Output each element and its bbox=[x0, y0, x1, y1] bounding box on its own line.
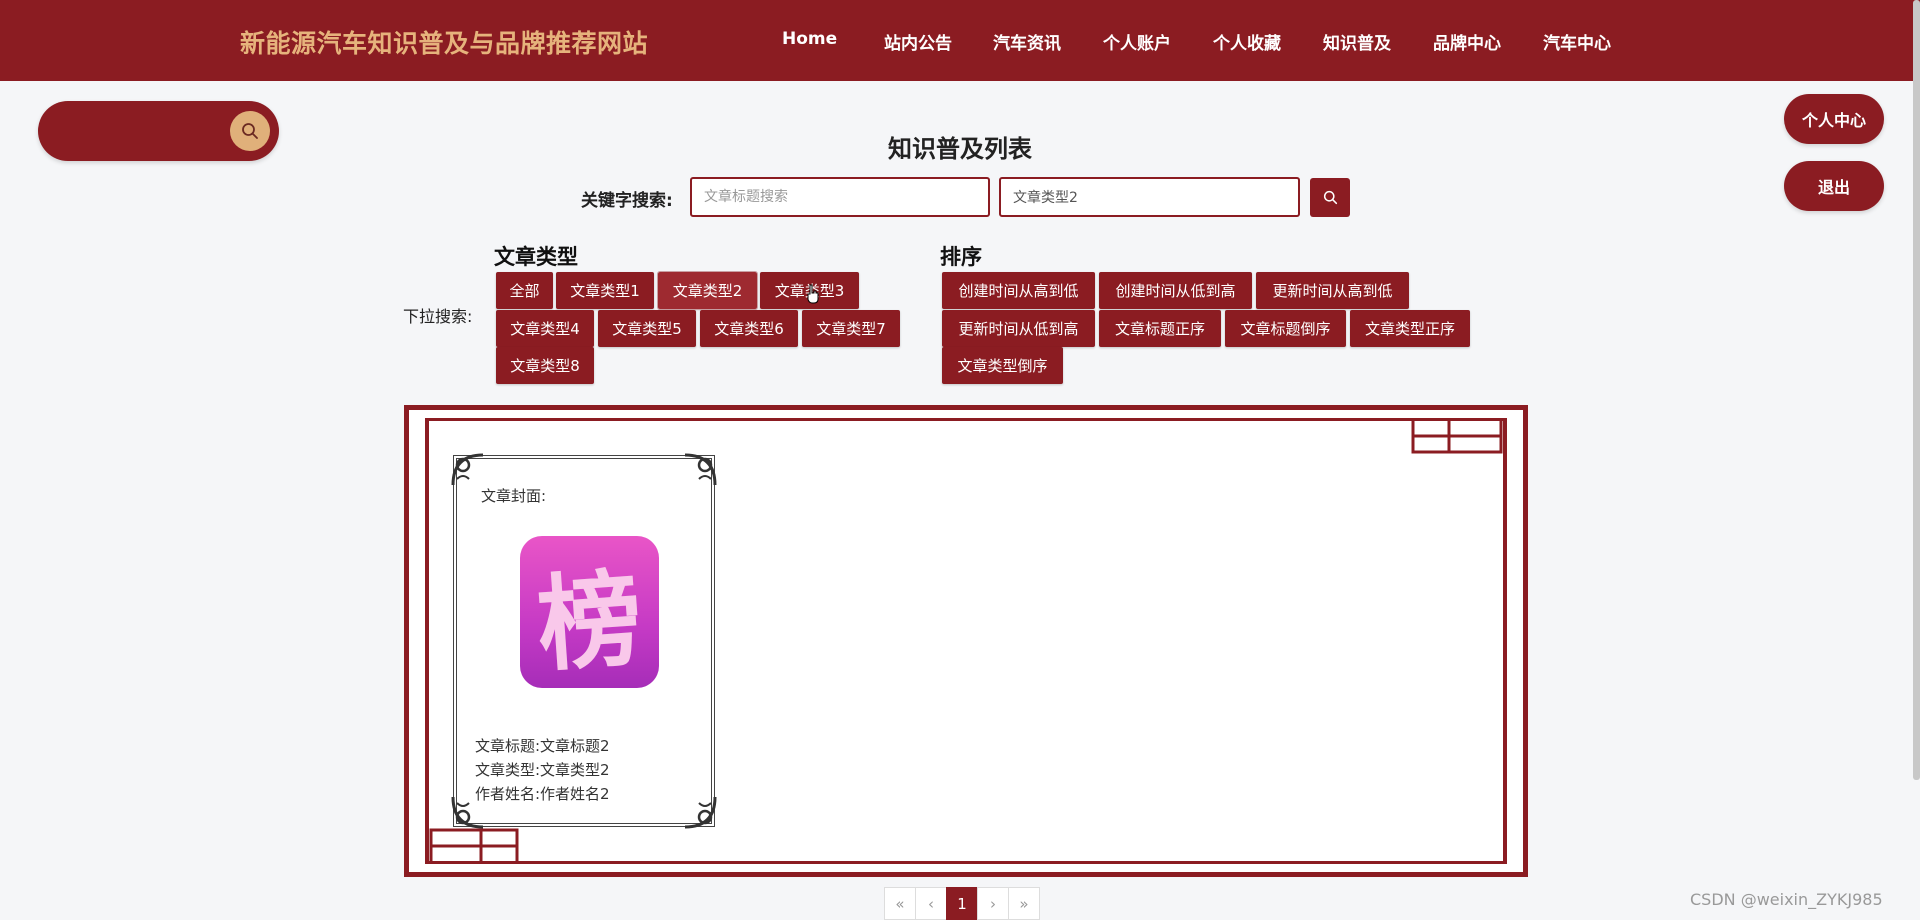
sort-chip-updated-asc[interactable]: 更新时间从低到高 bbox=[942, 310, 1095, 347]
type-chip-all[interactable]: 全部 bbox=[496, 272, 553, 309]
logout-button[interactable]: 退出 bbox=[1784, 161, 1884, 211]
page-next-button[interactable]: › bbox=[977, 887, 1009, 920]
type-search-input[interactable] bbox=[999, 177, 1300, 217]
article-title: 文章标题:文章标题2 bbox=[475, 737, 610, 755]
cover-glyph: 榜 bbox=[534, 556, 647, 686]
type-chip-7[interactable]: 文章类型7 bbox=[802, 310, 900, 347]
pagination: « ‹ 1 › » bbox=[884, 887, 1040, 920]
article-author: 作者姓名:作者姓名2 bbox=[475, 785, 610, 803]
sort-chip-type-asc[interactable]: 文章类型正序 bbox=[1350, 310, 1470, 347]
article-cover-image[interactable]: 榜 bbox=[520, 536, 659, 688]
type-chip-6[interactable]: 文章类型6 bbox=[700, 310, 798, 347]
nav-brand-center[interactable]: 品牌中心 bbox=[1433, 29, 1501, 54]
cover-label: 文章封面: bbox=[481, 487, 547, 505]
nav-personal-account[interactable]: 个人账户 bbox=[1103, 29, 1171, 54]
article-type: 文章类型:文章类型2 bbox=[475, 761, 610, 779]
sort-chip-created-asc[interactable]: 创建时间从低到高 bbox=[1099, 272, 1252, 309]
site-title: 新能源汽车知识普及与品牌推荐网站 bbox=[240, 29, 649, 58]
nav-car-center[interactable]: 汽车中心 bbox=[1543, 29, 1611, 54]
lattice-ornament-bottom-left bbox=[429, 828, 519, 864]
page-scrollbar[interactable] bbox=[1913, 0, 1920, 780]
nav-home[interactable]: Home bbox=[782, 29, 837, 49]
sort-chip-updated-desc[interactable]: 更新时间从高到低 bbox=[1256, 272, 1409, 309]
frame-bottom-line bbox=[429, 861, 1503, 864]
type-chip-8[interactable]: 文章类型8 bbox=[496, 347, 594, 384]
top-navbar: 新能源汽车知识普及与品牌推荐网站 Home 站内公告 汽车资讯 个人账户 个人收… bbox=[0, 0, 1920, 81]
hand-cursor-icon bbox=[807, 284, 819, 304]
nav-car-news[interactable]: 汽车资讯 bbox=[993, 29, 1061, 54]
nav-knowledge[interactable]: 知识普及 bbox=[1323, 29, 1391, 54]
title-search-input[interactable] bbox=[690, 177, 990, 217]
page-title: 知识普及列表 bbox=[888, 135, 1032, 163]
nav-favorites[interactable]: 个人收藏 bbox=[1213, 29, 1281, 54]
sort-chip-type-desc[interactable]: 文章类型倒序 bbox=[942, 347, 1063, 384]
page-last-button[interactable]: » bbox=[1008, 887, 1040, 920]
lattice-ornament-top-right bbox=[1411, 418, 1503, 454]
nav-announcements[interactable]: 站内公告 bbox=[884, 29, 952, 54]
type-chip-2[interactable]: 文章类型2 bbox=[657, 271, 758, 310]
type-chip-5[interactable]: 文章类型5 bbox=[598, 310, 696, 347]
sort-group-title: 排序 bbox=[940, 245, 982, 269]
type-chip-4[interactable]: 文章类型4 bbox=[496, 310, 594, 347]
watermark: CSDN @weixin_ZYKJ985 bbox=[1690, 890, 1883, 909]
keyword-search-label: 关键字搜索: bbox=[581, 191, 673, 211]
search-icon bbox=[1323, 190, 1337, 205]
search-button[interactable] bbox=[1310, 178, 1350, 217]
type-group-title: 文章类型 bbox=[494, 245, 578, 269]
frame-top-line bbox=[429, 418, 1503, 421]
sort-chip-title-asc[interactable]: 文章标题正序 bbox=[1099, 310, 1221, 347]
sort-chip-created-desc[interactable]: 创建时间从高到低 bbox=[942, 272, 1095, 309]
type-chip-1[interactable]: 文章类型1 bbox=[556, 272, 654, 309]
page-first-button[interactable]: « bbox=[884, 887, 916, 920]
page-current-button[interactable]: 1 bbox=[946, 887, 978, 920]
ornament-corner-icon bbox=[684, 796, 717, 829]
ornament-corner-icon bbox=[684, 453, 717, 486]
page-prev-button[interactable]: ‹ bbox=[915, 887, 947, 920]
ornament-corner-icon bbox=[451, 453, 484, 486]
sort-chip-title-desc[interactable]: 文章标题倒序 bbox=[1225, 310, 1346, 347]
dropdown-search-label: 下拉搜索: bbox=[403, 307, 473, 326]
